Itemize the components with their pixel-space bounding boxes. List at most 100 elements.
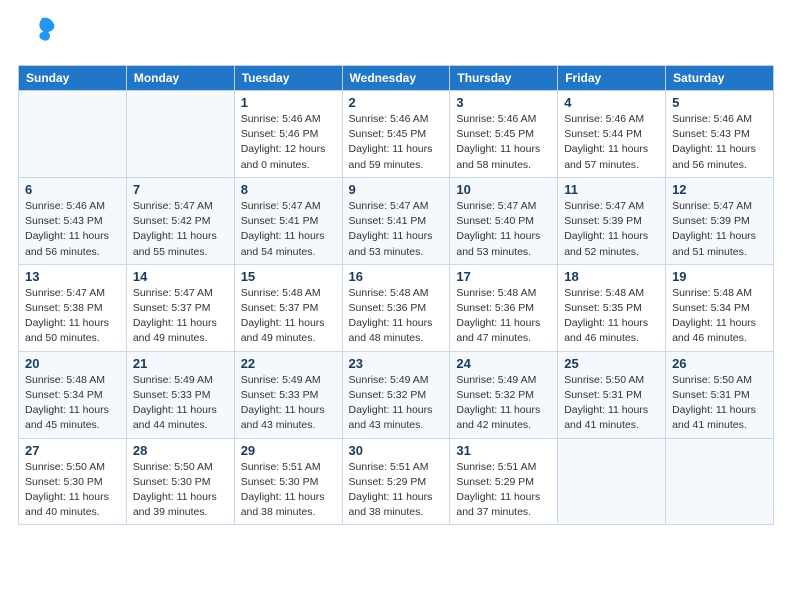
calendar-cell: 16 Sunrise: 5:48 AMSunset: 5:36 PMDayligh… [342,264,450,351]
calendar-cell: 31Sunrise: 5:51 AMSunset: 5:29 PMDayligh… [450,438,558,525]
day-number: 30 [349,443,444,458]
weekday-header-tuesday: Tuesday [234,66,342,91]
day-detail: Sunrise: 5:49 AMSunset: 5:33 PMDaylight:… [241,373,336,434]
calendar-cell: 21 Sunrise: 5:49 AMSunset: 5:33 PMDayligh… [126,351,234,438]
day-number: 25 [564,356,659,371]
calendar-cell: 5 Sunrise: 5:46 AMSunset: 5:43 PMDaylight… [666,91,774,178]
day-detail: Sunrise: 5:50 AMSunset: 5:30 PMDaylight:… [25,460,120,521]
day-number: 7 [133,182,228,197]
calendar-cell: 19 Sunrise: 5:48 AMSunset: 5:34 PMDayligh… [666,264,774,351]
day-number: 4 [564,95,659,110]
day-number: 10 [456,182,551,197]
day-number: 8 [241,182,336,197]
day-detail: Sunrise: 5:47 AMSunset: 5:38 PMDaylight:… [25,286,120,347]
logo-icon [18,10,62,59]
calendar-cell: 27 Sunrise: 5:50 AMSunset: 5:30 PMDayligh… [19,438,127,525]
weekday-header-thursday: Thursday [450,66,558,91]
logo [18,10,66,59]
calendar-cell: 13Sunrise: 5:47 AMSunset: 5:38 PMDayligh… [19,264,127,351]
day-number: 29 [241,443,336,458]
week-row-3: 13Sunrise: 5:47 AMSunset: 5:38 PMDayligh… [19,264,774,351]
day-detail: Sunrise: 5:46 AMSunset: 5:45 PMDaylight:… [349,112,444,173]
day-number: 27 [25,443,120,458]
calendar-cell: 12 Sunrise: 5:47 AMSunset: 5:39 PMDayligh… [666,177,774,264]
day-number: 14 [133,269,228,284]
calendar-cell: 1 Sunrise: 5:46 AMSunset: 5:46 PMDaylight… [234,91,342,178]
day-detail: Sunrise: 5:48 AMSunset: 5:36 PMDaylight:… [349,286,444,347]
day-detail: Sunrise: 5:46 AMSunset: 5:43 PMDaylight:… [25,199,120,260]
day-number: 18 [564,269,659,284]
calendar-cell [666,438,774,525]
day-number: 16 [349,269,444,284]
calendar-cell: 24 Sunrise: 5:49 AMSunset: 5:32 PMDayligh… [450,351,558,438]
day-detail: Sunrise: 5:47 AMSunset: 5:39 PMDaylight:… [672,199,767,260]
weekday-header-monday: Monday [126,66,234,91]
day-number: 17 [456,269,551,284]
calendar-cell: 26Sunrise: 5:50 AMSunset: 5:31 PMDayligh… [666,351,774,438]
calendar-cell: 8Sunrise: 5:47 AMSunset: 5:41 PMDaylight… [234,177,342,264]
day-detail: Sunrise: 5:48 AMSunset: 5:34 PMDaylight:… [25,373,120,434]
day-detail: Sunrise: 5:47 AMSunset: 5:41 PMDaylight:… [349,199,444,260]
day-number: 5 [672,95,767,110]
day-detail: Sunrise: 5:49 AMSunset: 5:32 PMDaylight:… [456,373,551,434]
calendar-cell [558,438,666,525]
day-detail: Sunrise: 5:46 AMSunset: 5:44 PMDaylight:… [564,112,659,173]
day-detail: Sunrise: 5:48 AMSunset: 5:35 PMDaylight:… [564,286,659,347]
day-detail: Sunrise: 5:46 AMSunset: 5:46 PMDaylight:… [241,112,336,173]
calendar-cell: 3Sunrise: 5:46 AMSunset: 5:45 PMDaylight… [450,91,558,178]
day-number: 2 [349,95,444,110]
day-number: 22 [241,356,336,371]
day-detail: Sunrise: 5:49 AMSunset: 5:33 PMDaylight:… [133,373,228,434]
day-detail: Sunrise: 5:50 AMSunset: 5:31 PMDaylight:… [564,373,659,434]
calendar-cell: 18 Sunrise: 5:48 AMSunset: 5:35 PMDayligh… [558,264,666,351]
weekday-header-sunday: Sunday [19,66,127,91]
day-number: 28 [133,443,228,458]
calendar-cell [19,91,127,178]
week-row-1: 1 Sunrise: 5:46 AMSunset: 5:46 PMDaylight… [19,91,774,178]
calendar-cell: 23 Sunrise: 5:49 AMSunset: 5:32 PMDayligh… [342,351,450,438]
day-number: 15 [241,269,336,284]
weekday-header-saturday: Saturday [666,66,774,91]
calendar-table: SundayMondayTuesdayWednesdayThursdayFrid… [18,65,774,525]
day-number: 31 [456,443,551,458]
day-number: 12 [672,182,767,197]
day-number: 23 [349,356,444,371]
calendar-cell: 9Sunrise: 5:47 AMSunset: 5:41 PMDaylight… [342,177,450,264]
day-detail: Sunrise: 5:48 AMSunset: 5:34 PMDaylight:… [672,286,767,347]
day-detail: Sunrise: 5:47 AMSunset: 5:39 PMDaylight:… [564,199,659,260]
day-detail: Sunrise: 5:47 AMSunset: 5:37 PMDaylight:… [133,286,228,347]
day-number: 19 [672,269,767,284]
calendar-cell: 14 Sunrise: 5:47 AMSunset: 5:37 PMDayligh… [126,264,234,351]
weekday-header-row: SundayMondayTuesdayWednesdayThursdayFrid… [19,66,774,91]
weekday-header-wednesday: Wednesday [342,66,450,91]
day-number: 6 [25,182,120,197]
calendar-cell: 20Sunrise: 5:48 AMSunset: 5:34 PMDayligh… [19,351,127,438]
weekday-header-friday: Friday [558,66,666,91]
calendar-cell: 2 Sunrise: 5:46 AMSunset: 5:45 PMDaylight… [342,91,450,178]
week-row-4: 20Sunrise: 5:48 AMSunset: 5:34 PMDayligh… [19,351,774,438]
calendar-cell: 22 Sunrise: 5:49 AMSunset: 5:33 PMDayligh… [234,351,342,438]
day-number: 3 [456,95,551,110]
calendar-cell: 6 Sunrise: 5:46 AMSunset: 5:43 PMDaylight… [19,177,127,264]
day-detail: Sunrise: 5:49 AMSunset: 5:32 PMDaylight:… [349,373,444,434]
page: SundayMondayTuesdayWednesdayThursdayFrid… [0,0,792,612]
calendar-cell [126,91,234,178]
calendar-cell: 30 Sunrise: 5:51 AMSunset: 5:29 PMDayligh… [342,438,450,525]
day-number: 21 [133,356,228,371]
day-detail: Sunrise: 5:47 AMSunset: 5:40 PMDaylight:… [456,199,551,260]
day-detail: Sunrise: 5:48 AMSunset: 5:37 PMDaylight:… [241,286,336,347]
day-detail: Sunrise: 5:50 AMSunset: 5:30 PMDaylight:… [133,460,228,521]
calendar-cell: 17 Sunrise: 5:48 AMSunset: 5:36 PMDayligh… [450,264,558,351]
day-detail: Sunrise: 5:51 AMSunset: 5:29 PMDaylight:… [349,460,444,521]
day-detail: Sunrise: 5:51 AMSunset: 5:30 PMDaylight:… [241,460,336,521]
calendar-cell: 15 Sunrise: 5:48 AMSunset: 5:37 PMDayligh… [234,264,342,351]
day-detail: Sunrise: 5:46 AMSunset: 5:43 PMDaylight:… [672,112,767,173]
day-number: 1 [241,95,336,110]
logo-svg [18,10,62,54]
day-detail: Sunrise: 5:50 AMSunset: 5:31 PMDaylight:… [672,373,767,434]
week-row-5: 27 Sunrise: 5:50 AMSunset: 5:30 PMDayligh… [19,438,774,525]
week-row-2: 6 Sunrise: 5:46 AMSunset: 5:43 PMDaylight… [19,177,774,264]
day-number: 24 [456,356,551,371]
day-detail: Sunrise: 5:48 AMSunset: 5:36 PMDaylight:… [456,286,551,347]
calendar-cell: 7Sunrise: 5:47 AMSunset: 5:42 PMDaylight… [126,177,234,264]
